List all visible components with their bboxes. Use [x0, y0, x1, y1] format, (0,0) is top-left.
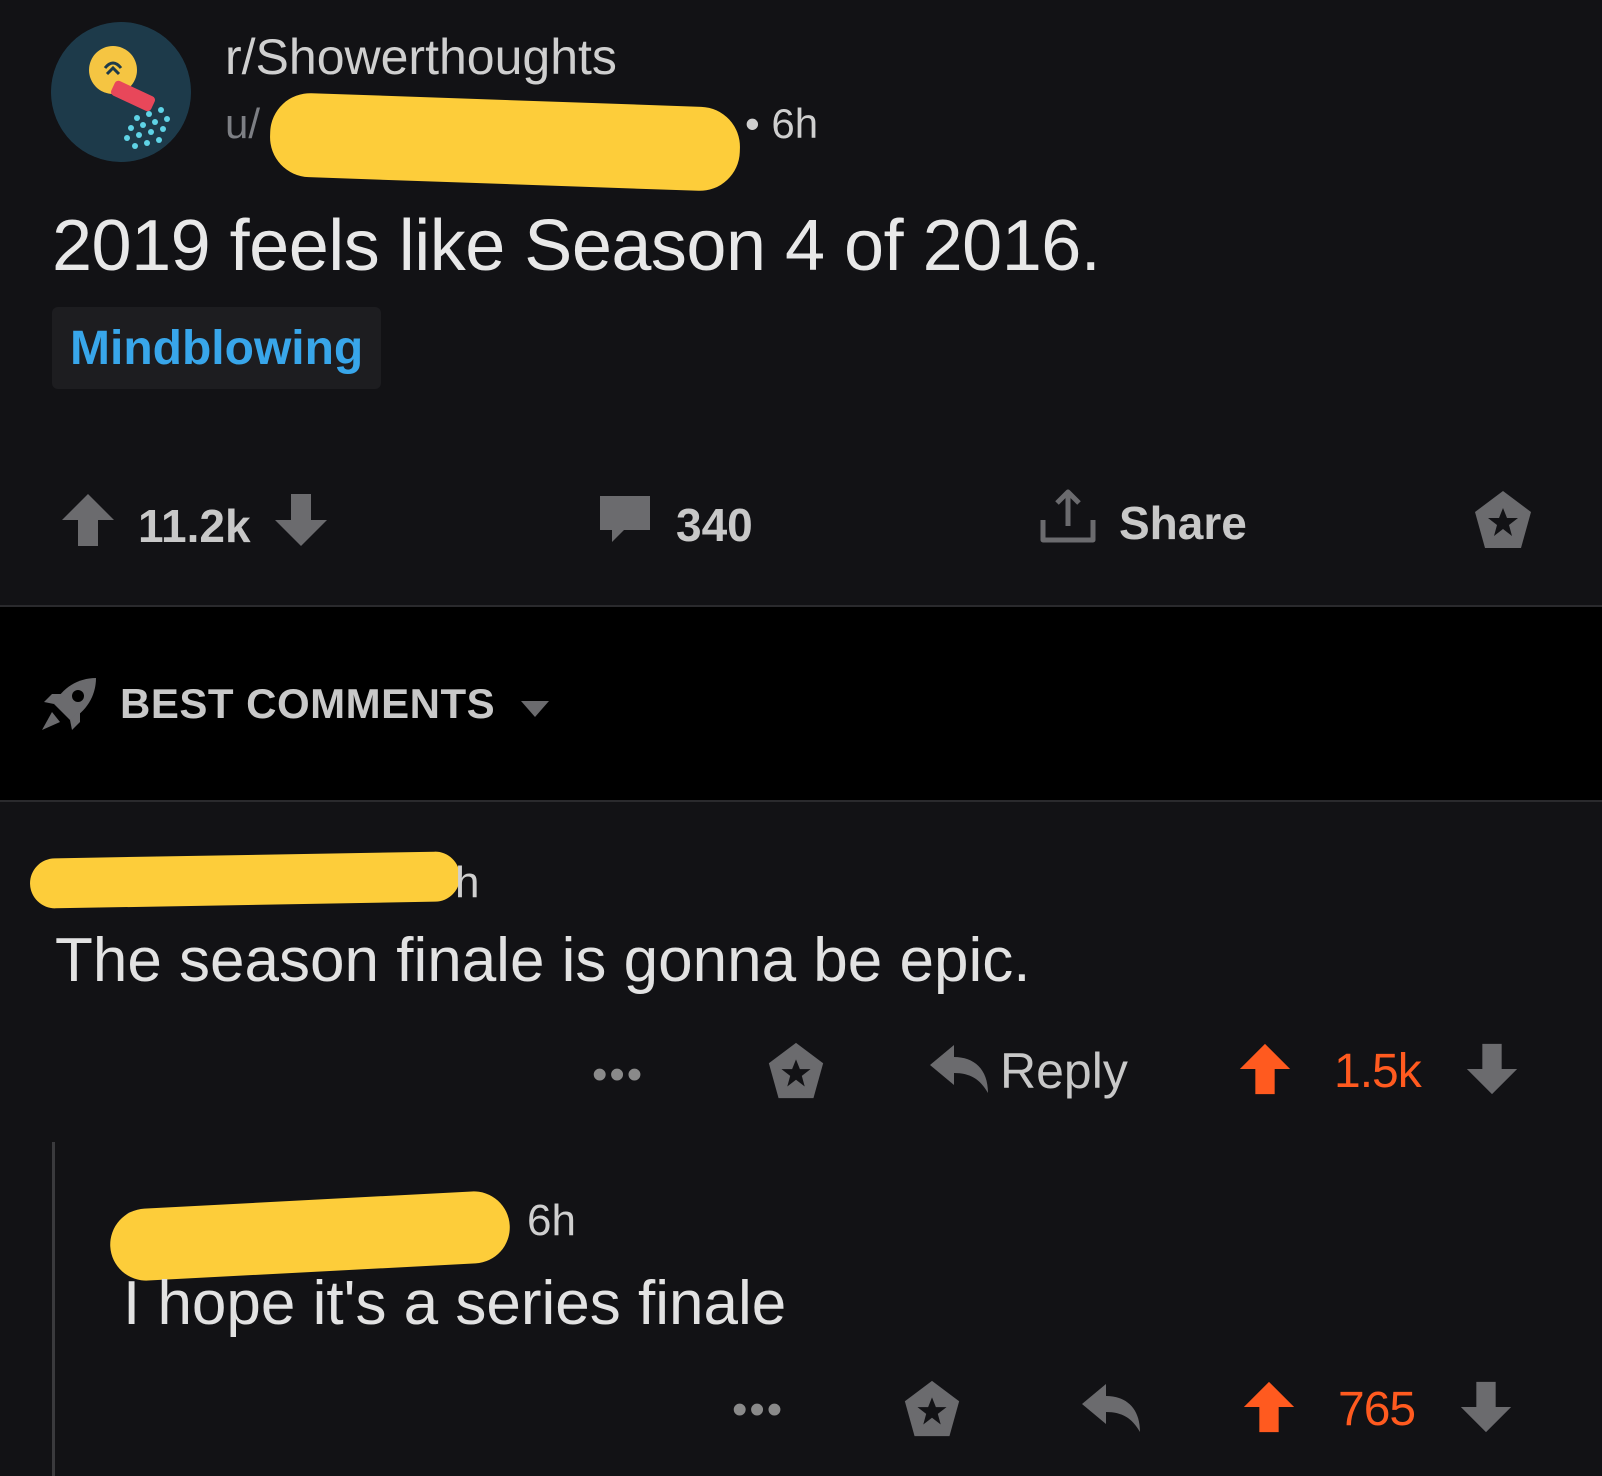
reply-vote-bar: 765 — [1240, 1378, 1515, 1441]
comment-count: 340 — [676, 498, 753, 551]
post-title[interactable]: 2019 feels like Season 4 of 2016. — [52, 205, 1101, 287]
subreddit-avatar[interactable] — [51, 22, 191, 162]
post-score: 11.2k — [138, 499, 251, 552]
post-vote-bar: 11.2k — [58, 490, 331, 561]
chevron-down-icon — [517, 683, 553, 731]
comment-icon — [596, 490, 654, 559]
rocket-icon — [38, 672, 102, 741]
award-icon[interactable] — [1470, 488, 1536, 559]
downvote-icon[interactable] — [1457, 1378, 1515, 1441]
comment-time: h — [455, 858, 480, 907]
comment-author-redaction — [29, 851, 461, 909]
shower-bulb-icon — [51, 22, 191, 162]
reply-icon[interactable] — [1080, 1382, 1142, 1439]
reply-label: Reply — [1000, 1043, 1128, 1099]
comment-body: The season finale is gonna be epic. — [55, 926, 1031, 995]
post-time: • 6h — [745, 100, 819, 147]
post-flair[interactable]: Mindblowing — [52, 307, 382, 389]
downvote-icon[interactable] — [271, 490, 331, 561]
share-icon — [1037, 486, 1099, 559]
upvote-icon[interactable] — [1236, 1040, 1294, 1103]
subreddit-name[interactable]: r/Showerthoughts — [225, 28, 617, 86]
reply-button[interactable]: Reply — [928, 1042, 1128, 1100]
award-icon[interactable] — [900, 1378, 964, 1447]
downvote-icon[interactable] — [1463, 1040, 1521, 1103]
reply-body: I hope it's a series finale — [123, 1269, 787, 1338]
award-icon[interactable] — [764, 1040, 828, 1109]
sort-label: BEST COMMENTS — [120, 680, 496, 727]
sort-dropdown[interactable]: BEST COMMENTS — [120, 680, 553, 731]
reply-icon — [928, 1043, 990, 1100]
comment-score: 1.5k — [1334, 1045, 1422, 1098]
author-redaction — [268, 91, 742, 193]
comments-button[interactable]: 340 — [596, 490, 753, 559]
comment-vote-bar: 1.5k — [1236, 1040, 1521, 1103]
thread-line[interactable] — [52, 1142, 55, 1476]
upvote-icon[interactable] — [58, 490, 118, 561]
share-button[interactable]: Share — [1037, 486, 1247, 559]
more-options-button[interactable]: ••• — [592, 1050, 644, 1100]
share-label: Share — [1119, 496, 1247, 549]
reply-time: 6h — [527, 1196, 576, 1245]
more-options-button[interactable]: ••• — [732, 1385, 784, 1435]
reply-score: 765 — [1338, 1383, 1416, 1436]
post-author-prefix[interactable]: u/ — [225, 100, 260, 148]
upvote-icon[interactable] — [1240, 1378, 1298, 1441]
